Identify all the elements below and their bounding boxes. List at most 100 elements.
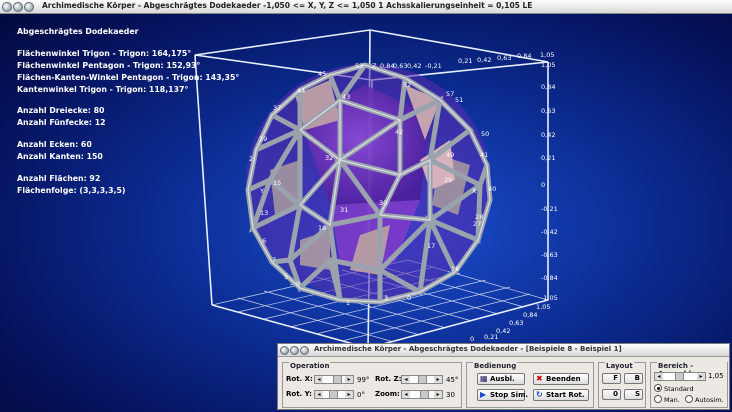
rot-z-label: Rot. Z:	[375, 375, 402, 383]
axis-z-label: Z	[372, 62, 377, 70]
axis-tick-label: 1,05	[541, 61, 555, 69]
rot-x-slider[interactable]: ◂ ▸	[314, 375, 354, 384]
vertex-label: 32	[325, 154, 333, 162]
control-window: Archimedische Körper - Abgeschrägtes Dod…	[277, 343, 730, 410]
layout-s-button[interactable]: S	[624, 389, 643, 400]
arrow-right-icon[interactable]: ▸	[434, 376, 442, 383]
slider-thumb[interactable]	[420, 391, 429, 398]
radio-icon[interactable]	[685, 395, 693, 403]
maximize-window-icon[interactable]	[24, 2, 34, 12]
slider-thumb[interactable]	[418, 376, 427, 383]
slider-thumb[interactable]	[333, 376, 342, 383]
autosim-label: Autosim.	[695, 396, 724, 404]
start-rot-button[interactable]: ↻ Start Rot.	[533, 389, 589, 401]
axis-tick-label: -0,63	[541, 251, 558, 259]
standard-label: Standard	[664, 385, 694, 393]
control-title-bar[interactable]: Archimedische Körper - Abgeschrägtes Dod…	[278, 344, 729, 357]
vertex-label: 44	[297, 87, 305, 95]
rot-z-value: 45°	[446, 376, 459, 384]
axis-tick-label: -0,21	[541, 205, 558, 213]
arrow-left-icon[interactable]: ◂	[315, 391, 323, 398]
layout-f-button[interactable]: F	[602, 373, 621, 384]
info-line: Flächen-Kanten-Winkel Pentagon - Trigon:…	[17, 73, 240, 82]
arrow-right-icon[interactable]: ▸	[345, 391, 353, 398]
rot-y-label: Rot. Y:	[286, 390, 312, 398]
axis-tick-label: 0,42	[477, 56, 491, 64]
vertex-label: 15	[273, 179, 281, 187]
layout-label: Layout	[605, 362, 634, 370]
vertex-label: 53	[355, 62, 363, 70]
axis-y-label: Y	[259, 187, 264, 195]
axis-tick-label: 0	[470, 335, 474, 343]
arrow-left-icon[interactable]: ◂	[402, 376, 410, 383]
arrow-right-icon[interactable]: ▸	[345, 376, 353, 383]
arrow-left-icon[interactable]: ◂	[402, 391, 410, 398]
bedienung-label: Bedienung	[473, 362, 518, 370]
close-window-icon[interactable]	[280, 346, 289, 355]
vertex-label: 1	[346, 299, 350, 307]
layout-0-button[interactable]: 0	[602, 389, 621, 400]
slider-thumb[interactable]	[675, 373, 684, 380]
axis-tick-label: -0,21	[425, 62, 442, 70]
rot-y-slider[interactable]: ◂ ▸	[314, 390, 354, 399]
rot-x-label: Rot. X:	[286, 375, 313, 383]
operation-label: Operation	[289, 362, 331, 370]
window-buttons[interactable]	[2, 2, 35, 14]
info-line: Kantenwinkel Trigon - Trigon: 118,137°	[17, 85, 189, 94]
radio-icon[interactable]	[654, 395, 662, 403]
bereich-slider[interactable]: ◂ ▸	[654, 372, 706, 381]
rot-z-slider[interactable]: ◂ ▸	[401, 375, 443, 384]
window-title: Archimedische Körper - Abgeschrägtes Dod…	[42, 1, 533, 10]
layout-b-button[interactable]: B	[624, 373, 643, 384]
vertex-label: 7	[272, 256, 276, 264]
ausblenden-button[interactable]: ▦ Ausbl.	[477, 373, 525, 385]
arrow-right-icon[interactable]: ▸	[434, 391, 442, 398]
minimize-window-icon[interactable]	[290, 346, 299, 355]
layout-group: Layout F B 0 S	[598, 362, 646, 408]
bereich-value: 1,05	[708, 372, 724, 380]
slider-thumb[interactable]	[329, 391, 338, 398]
vertex-label: 49	[446, 151, 454, 159]
standard-radio[interactable]: Standard	[654, 384, 694, 393]
vertex-label: 42	[395, 128, 403, 136]
rot-x-value: 99°	[357, 376, 370, 384]
axis-tick-label: 1,05	[536, 303, 550, 311]
close-icon: ✖	[536, 374, 543, 383]
beenden-button[interactable]: ✖ Beenden	[533, 373, 589, 385]
vertex-label: 13	[260, 209, 268, 217]
info-line: Flächenwinkel Trigon - Trigon: 164,175°	[17, 49, 192, 58]
vertex-label: 6	[262, 237, 266, 245]
arrow-left-icon[interactable]: ◂	[315, 376, 323, 383]
main-title-bar: Archimedische Körper - Abgeschrägtes Dod…	[0, 0, 732, 14]
solid-heading: Abgeschrägtes Dodekaeder	[17, 27, 139, 36]
axis-tick-label: 0,63	[541, 107, 555, 115]
axis-tick-label: 0,63	[509, 319, 523, 327]
bedienung-group: Bedienung ▦ Ausbl. ✖ Beenden ▶ Stop Sim. ↻ S…	[466, 362, 594, 408]
vertex-label: 17	[427, 242, 435, 250]
vertex-label: 37	[273, 104, 281, 112]
close-window-icon[interactable]	[2, 2, 12, 12]
axis-tick-label: 0,63	[497, 54, 511, 62]
axis-tick-label: 0,21	[484, 333, 498, 341]
vertex-label: 27	[473, 220, 481, 228]
man-radio[interactable]: Man.	[654, 395, 680, 404]
zoom-slider[interactable]: ◂ ▸	[401, 390, 443, 399]
axis-tick-label: 0,84	[541, 83, 555, 91]
control-title: Archimedische Körper - Abgeschrägtes Dod…	[314, 345, 622, 353]
arrow-left-icon[interactable]: ◂	[655, 373, 663, 380]
vertex-label: 9	[296, 280, 300, 288]
maximize-window-icon[interactable]	[300, 346, 309, 355]
arrow-right-icon[interactable]: ▸	[697, 373, 705, 380]
zoom-value: 30	[446, 391, 455, 399]
zoom-label: Zoom:	[375, 390, 400, 398]
stop-sim-button[interactable]: ▶ Stop Sim.	[477, 389, 528, 401]
axis-tick-label: 0,42	[407, 62, 421, 70]
autosim-radio[interactable]: Autosim.	[685, 395, 724, 404]
radio-selected-icon[interactable]	[654, 384, 662, 392]
info-line: Flächenwinkel Pentagon - Trigon: 152,93°	[17, 61, 201, 70]
axis-tick-label: 0	[541, 181, 545, 189]
axis-tick-label: 0,63	[393, 62, 407, 70]
minimize-window-icon[interactable]	[13, 2, 23, 12]
rotate-icon: ↻	[536, 390, 543, 399]
vertex-label: 50	[481, 130, 489, 138]
